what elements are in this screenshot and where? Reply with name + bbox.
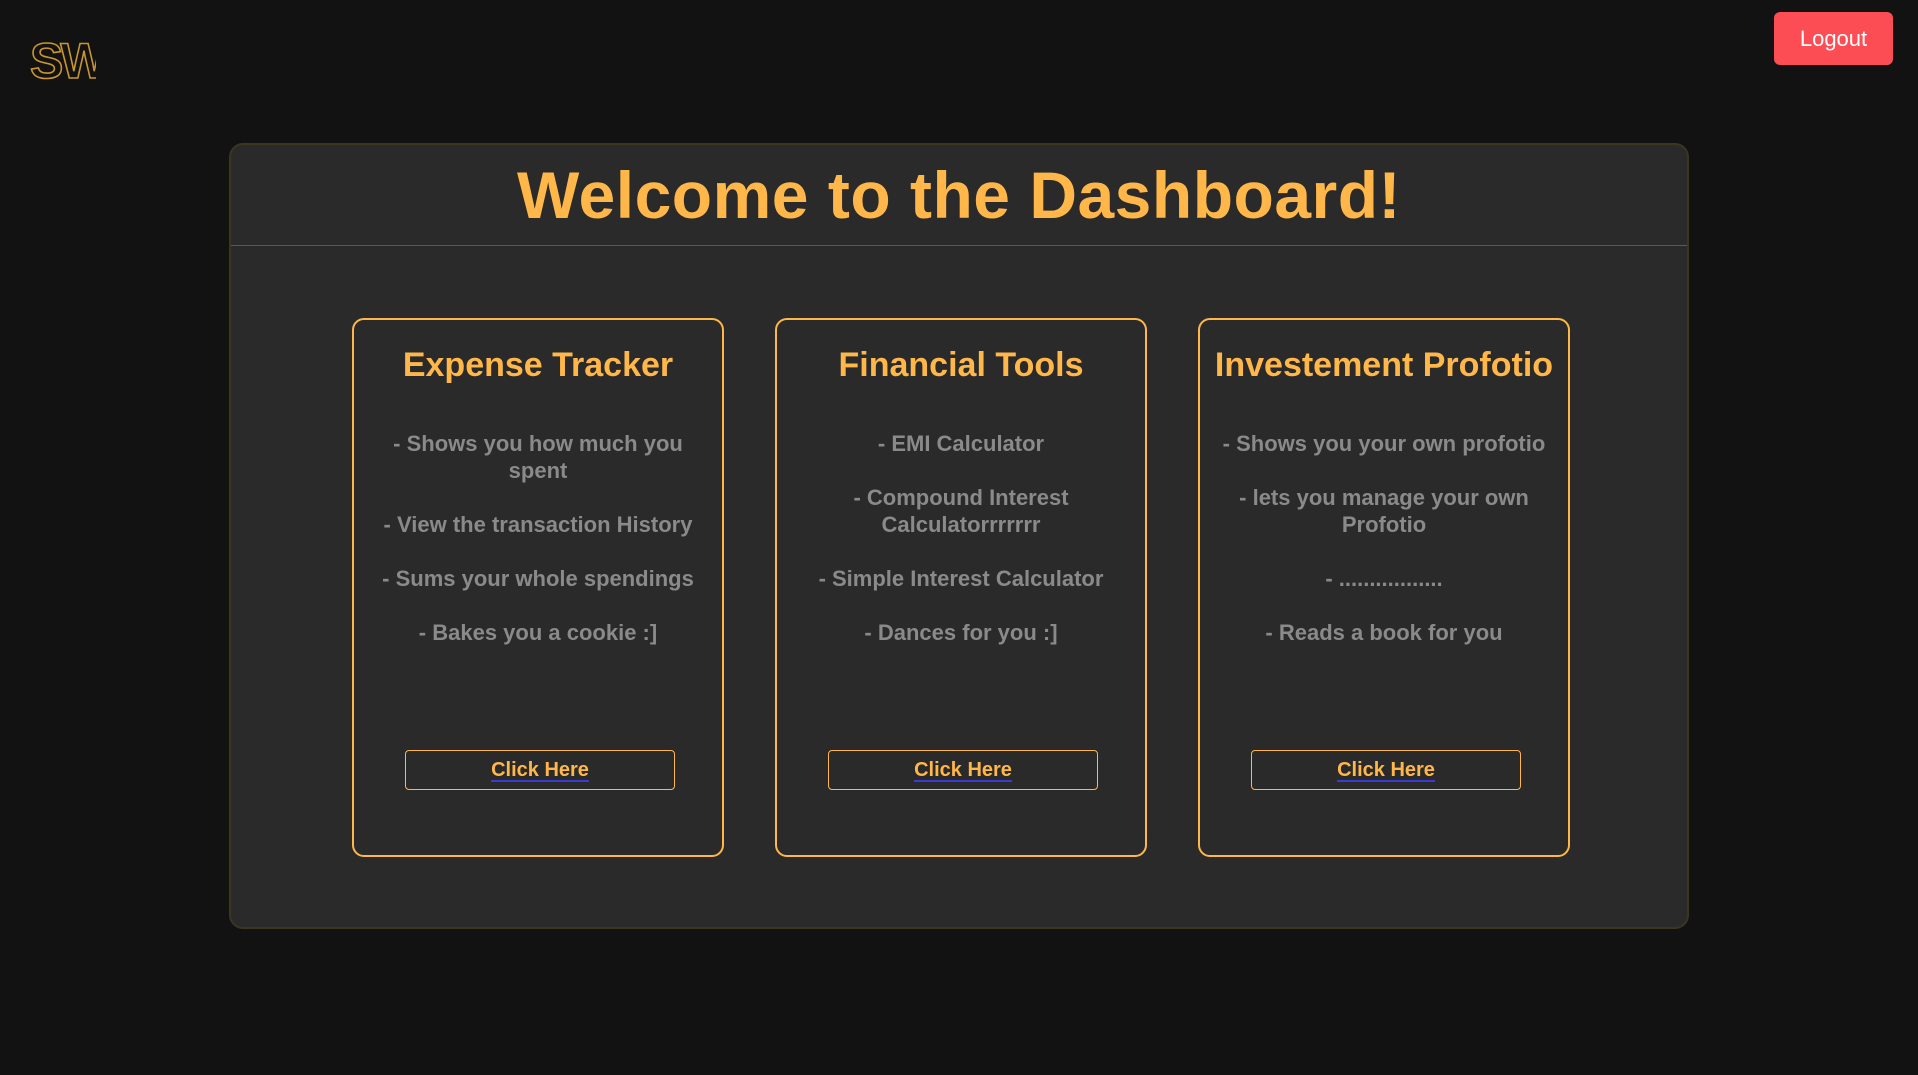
logo-text: SW [30,33,96,86]
feature-item: - lets you manage your own Profotio [1239,485,1529,537]
feature-list: - EMI Calculator - Compound Interest Cal… [791,430,1131,673]
feature-item: - Simple Interest Calculator [818,566,1104,591]
expense-tracker-button[interactable]: Click Here [405,750,675,790]
feature-list: - Shows you your own profotio - lets you… [1214,430,1554,673]
card-title: Investement Profotio [1214,346,1554,384]
card-title: Financial Tools [838,346,1084,384]
card-financial-tools: Financial Tools - EMI Calculator - Compo… [775,318,1147,857]
feature-item: - Reads a book for you [1265,620,1503,645]
card-title: Expense Tracker [402,346,674,384]
feature-item: - View the transaction History [383,512,693,537]
feature-item: - Dances for you :] [864,620,1058,645]
feature-list: - Shows you how much you spent - View th… [368,430,708,673]
feature-item: - Compound Interest Calculatorrrrrrr [853,485,1069,537]
investment-portfolio-button[interactable]: Click Here [1251,750,1521,790]
feature-item: - Shows you your own profotio [1222,431,1546,456]
feature-item: - EMI Calculator [877,431,1045,456]
page-title: Welcome to the Dashboard! [516,158,1402,232]
feature-item: - Bakes you a cookie :] [418,620,658,645]
feature-item: - Sums your whole spendings [382,566,694,591]
financial-tools-button[interactable]: Click Here [828,750,1098,790]
panel-header: Welcome to the Dashboard! [231,145,1687,246]
feature-item: - Shows you how much you spent [393,431,683,483]
card-expense-tracker: Expense Tracker - Shows you how much you… [352,318,724,857]
card-investment-portfolio: Investement Profotio - Shows you your ow… [1198,318,1570,857]
logout-button[interactable]: Logout [1774,12,1893,65]
dashboard-panel: Welcome to the Dashboard! Expense Tracke… [229,143,1689,929]
logo: SW [30,32,96,86]
feature-item: - ................. [1325,566,1443,591]
